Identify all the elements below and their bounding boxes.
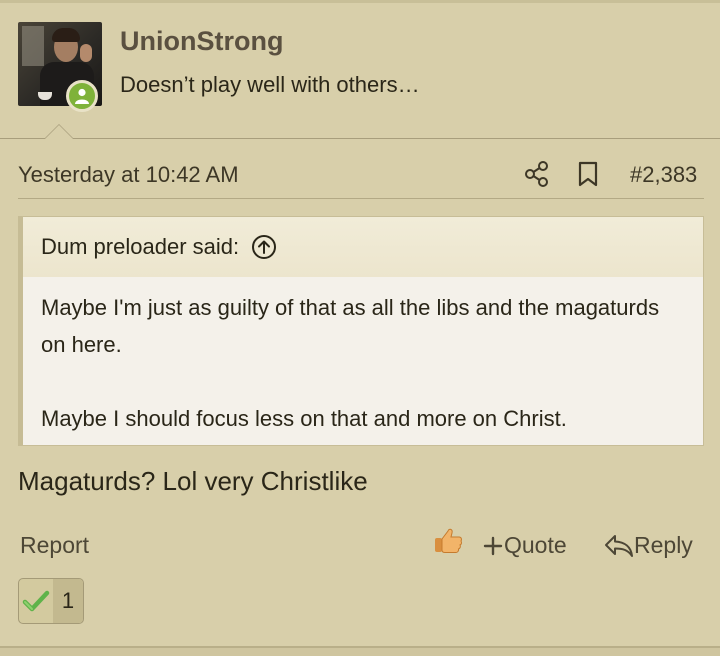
thumbs-up-icon[interactable] [432,524,464,556]
report-link[interactable]: Report [20,532,89,559]
post-message: Magaturds? Lol very Christlike [18,466,368,496]
quote-button[interactable]: Quote [482,532,567,559]
post-date-link[interactable]: Yesterday at 10:42 AM [18,162,239,188]
user-avatar[interactable] [18,22,102,112]
quote-button-label: Quote [504,532,567,558]
online-person-icon [66,80,98,112]
quote-paragraph: Maybe I'm just as guilty of that as all … [41,295,660,357]
plus-icon [483,536,503,555]
user-title: Doesn’t play well with others… [120,72,420,97]
reply-button-label: Reply [634,532,693,558]
bookmark-icon[interactable] [576,160,600,188]
reply-arrow-icon [605,534,633,557]
share-icon[interactable] [524,160,550,188]
reaction-count: 1 [53,579,83,623]
quote-author[interactable]: Dum preloader said: [41,234,239,260]
reply-button[interactable]: Reply [604,532,693,559]
header-divider [0,138,720,139]
quote-header[interactable]: Dum preloader said: [23,217,703,277]
arrow-up-circle-icon[interactable] [251,234,277,260]
quote-content: Maybe I'm just as guilty of that as all … [23,277,703,437]
reaction-summary[interactable]: 1 [18,578,84,624]
checkmark-icon [19,579,53,623]
quote-paragraph: Maybe I should focus less on that and mo… [41,406,567,431]
top-border [0,0,720,3]
header-caret [44,124,74,139]
post-number-link[interactable]: #2,383 [630,162,697,188]
meta-divider [18,198,704,199]
quote-block: Dum preloader said: Maybe I'm just as gu… [18,216,704,446]
bottom-border [0,646,720,656]
username-link[interactable]: UnionStrong [120,26,283,57]
